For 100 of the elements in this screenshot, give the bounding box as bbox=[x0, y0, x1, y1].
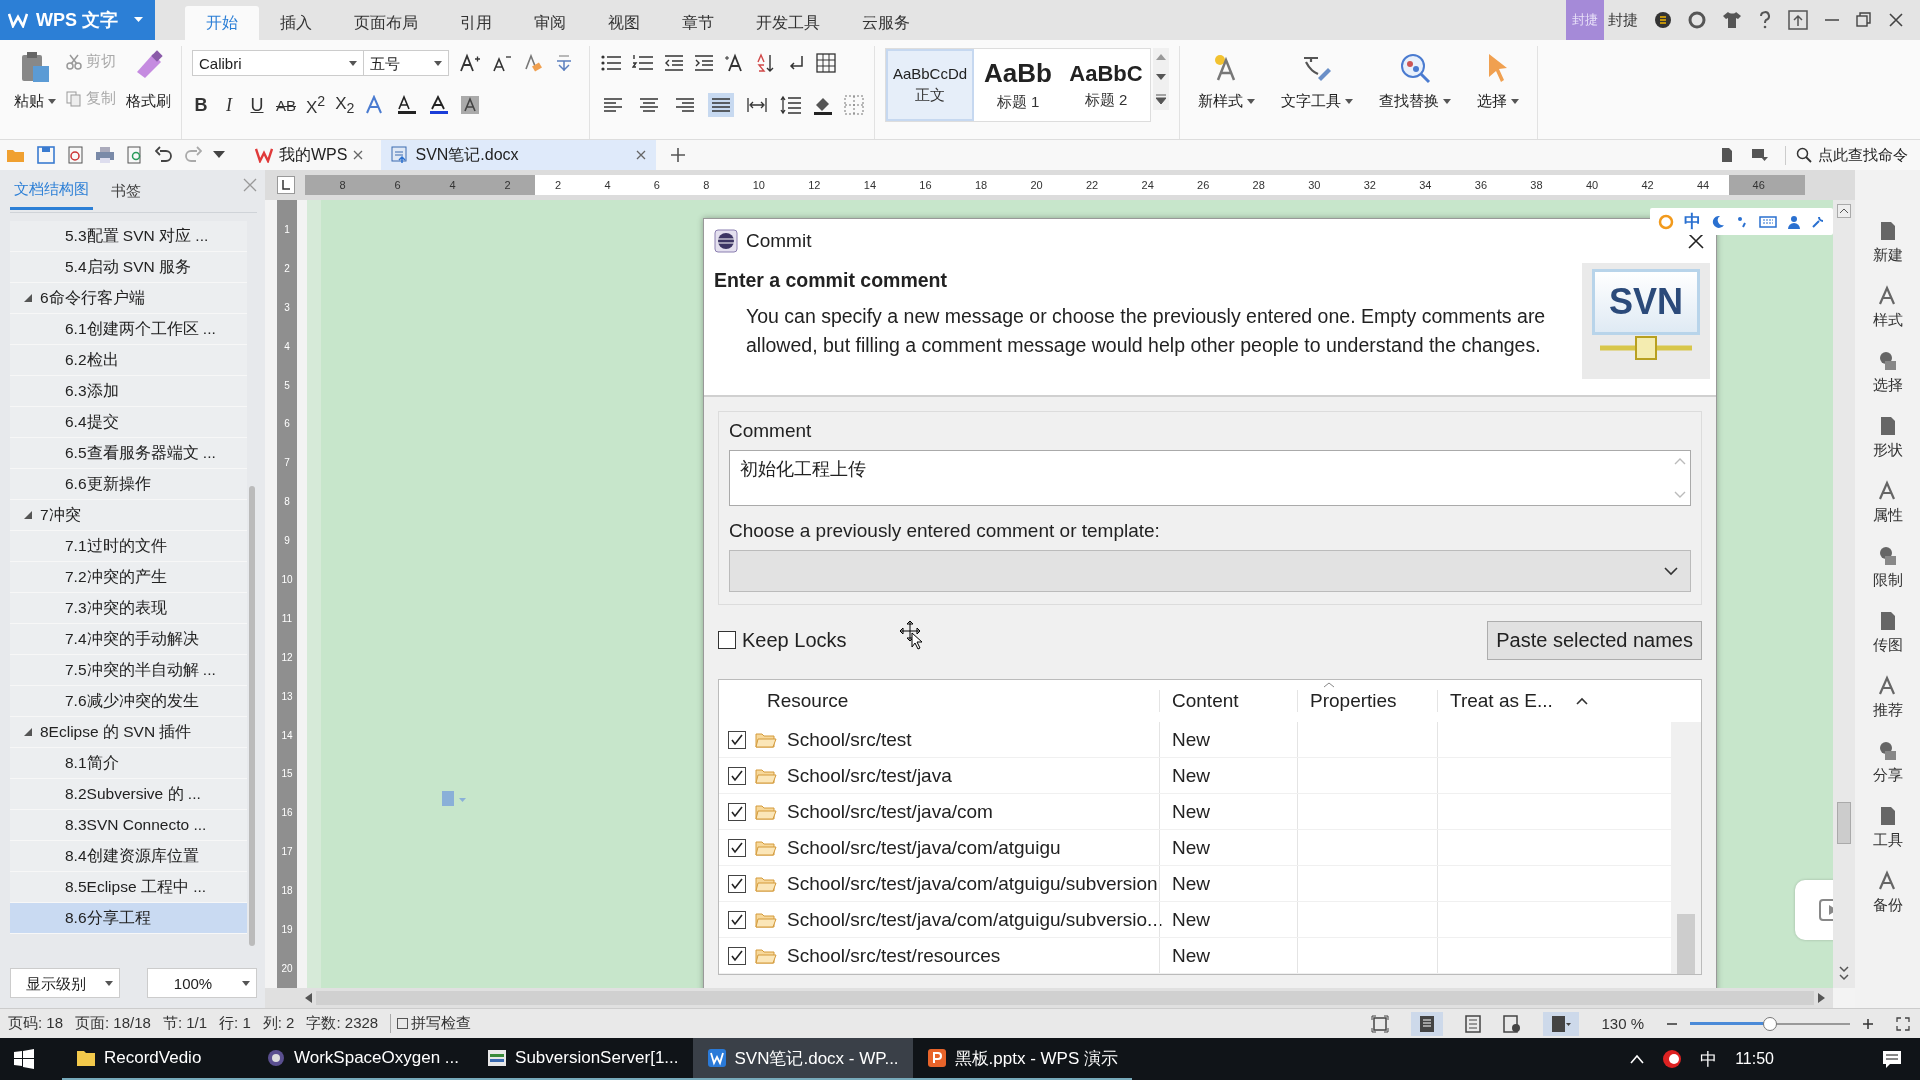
outline-item[interactable]: 7.6减少冲突的发生 bbox=[10, 686, 247, 717]
outline-item[interactable]: 8Eclipse 的 SVN 插件 bbox=[10, 717, 247, 748]
tab-stop-icon[interactable] bbox=[277, 176, 295, 194]
zoom-in-icon[interactable] bbox=[1862, 1017, 1874, 1030]
outline-item[interactable]: 8.6分享工程 bbox=[10, 903, 247, 934]
pane-tab[interactable]: 文档结构图 bbox=[10, 172, 93, 210]
new-tab-icon[interactable] bbox=[670, 147, 687, 163]
tool-button[interactable]: 新样式 bbox=[1198, 46, 1255, 139]
restore-icon[interactable] bbox=[1856, 12, 1872, 28]
row-checkbox[interactable] bbox=[728, 946, 746, 965]
menu-tab[interactable]: 插入 bbox=[259, 6, 333, 40]
scroll-left-icon[interactable] bbox=[305, 993, 312, 1003]
column-header[interactable]: Treat as E... bbox=[1437, 690, 1567, 712]
outline-item[interactable]: 6.3添加 bbox=[10, 376, 247, 407]
start-icon[interactable] bbox=[14, 1049, 34, 1069]
menu-tab[interactable]: 开始 bbox=[185, 6, 259, 40]
scrollbar-thumb[interactable] bbox=[249, 486, 255, 946]
line-spacing-icon[interactable] bbox=[780, 95, 802, 115]
page-view-button[interactable] bbox=[1411, 1011, 1444, 1036]
level-dropdown[interactable]: 显示级别 bbox=[10, 968, 120, 998]
char-shading-icon[interactable] bbox=[460, 95, 481, 115]
style-preset[interactable]: AaBb 标题 1 bbox=[974, 49, 1062, 121]
tool-button[interactable]: 选择 bbox=[1477, 46, 1519, 139]
ime-indicator[interactable]: 中 bbox=[1700, 1047, 1718, 1071]
side-panel-button[interactable]: 限制 bbox=[1872, 545, 1903, 590]
expand-toggle-icon[interactable] bbox=[24, 511, 32, 519]
outline-item[interactable]: 7.2冲突的产生 bbox=[10, 562, 247, 593]
taskbar-item[interactable]: 黑板.pptx - WPS 演示 bbox=[912, 1038, 1132, 1080]
notification-icon[interactable] bbox=[1882, 1049, 1902, 1069]
side-panel-button[interactable]: 新建 bbox=[1872, 220, 1903, 265]
menu-tab[interactable]: 云服务 bbox=[841, 6, 931, 40]
close-icon[interactable] bbox=[1687, 232, 1705, 250]
outline-item[interactable]: 8.3SVN Connecto ... bbox=[10, 810, 247, 841]
shrink-font-icon[interactable] bbox=[491, 53, 513, 73]
ime-toolbar[interactable]: 中 bbox=[1650, 208, 1833, 235]
format-button[interactable]: AB bbox=[276, 96, 296, 114]
align-button[interactable] bbox=[708, 93, 734, 117]
slider-thumb[interactable] bbox=[1763, 1016, 1777, 1031]
format-painter-button[interactable]: 格式刷 bbox=[126, 46, 171, 111]
column-header[interactable]: Properties bbox=[1297, 690, 1437, 712]
outline-item[interactable]: 7.4冲突的手动解决 bbox=[10, 624, 247, 655]
font-name-dropdown[interactable]: Calibri bbox=[192, 50, 364, 76]
user-name[interactable]: 封捷 bbox=[1608, 10, 1638, 30]
row-checkbox[interactable] bbox=[728, 802, 746, 821]
outline-item[interactable]: 5.3配置 SVN 对应 ... bbox=[10, 221, 247, 252]
web-view-icon[interactable] bbox=[1503, 1014, 1522, 1033]
command-search[interactable]: 点此查找命令 bbox=[1785, 145, 1908, 165]
taskbar-item[interactable]: RecordVedio bbox=[62, 1038, 252, 1080]
row-checkbox[interactable] bbox=[728, 910, 746, 929]
reading-view-button[interactable] bbox=[1543, 1011, 1580, 1036]
scroll-up-icon[interactable] bbox=[1576, 697, 1588, 705]
format-button[interactable]: X$^{2}$ bbox=[306, 92, 326, 118]
app-tray-icon[interactable] bbox=[1662, 1049, 1683, 1069]
expand-gallery-icon[interactable] bbox=[1156, 94, 1166, 104]
column-header[interactable]: Resource bbox=[755, 690, 1159, 712]
outline-item[interactable]: 7.5冲突的半自动解 ... bbox=[10, 655, 247, 686]
menu-tab[interactable]: 页面布局 bbox=[333, 6, 439, 40]
outline-item[interactable]: 7.3冲突的表现 bbox=[10, 593, 247, 624]
outline-item[interactable]: 6.4提交 bbox=[10, 407, 247, 438]
ring-icon[interactable] bbox=[1688, 11, 1706, 29]
clear-format-icon[interactable] bbox=[523, 53, 543, 73]
side-panel-button[interactable]: 工具 bbox=[1872, 805, 1903, 850]
font-size-dropdown[interactable]: 五号 bbox=[363, 50, 449, 76]
fit-icon[interactable] bbox=[1896, 1016, 1910, 1031]
row-checkbox[interactable] bbox=[728, 874, 746, 893]
document-tab[interactable]: 我的WPS bbox=[245, 140, 374, 170]
document-icon[interactable] bbox=[1719, 147, 1735, 163]
outline-item[interactable]: 7冲突 bbox=[10, 500, 247, 531]
app-menu-button[interactable]: WPS 文字 bbox=[0, 0, 130, 40]
save-icon[interactable] bbox=[37, 146, 55, 164]
menu-tab[interactable]: 视图 bbox=[587, 6, 661, 40]
close-icon[interactable] bbox=[1888, 12, 1904, 28]
menu-tab[interactable]: 引用 bbox=[439, 6, 513, 40]
shading-icon[interactable] bbox=[812, 95, 834, 115]
scrollbar-thumb[interactable] bbox=[1677, 914, 1695, 974]
filter-icon[interactable] bbox=[1751, 147, 1769, 163]
menu-tab[interactable]: 章节 bbox=[661, 6, 735, 40]
fullscreen-icon[interactable] bbox=[1371, 1014, 1390, 1033]
outline-item[interactable]: 8.1简介 bbox=[10, 748, 247, 779]
side-panel-button[interactable]: 备份 bbox=[1872, 870, 1903, 915]
tool-button[interactable]: 文字工具 bbox=[1281, 46, 1353, 139]
outline-item[interactable]: 8.2Subversive 的 ... bbox=[10, 779, 247, 810]
row-checkbox[interactable] bbox=[728, 766, 746, 785]
side-panel-button[interactable]: 属性 bbox=[1872, 480, 1903, 525]
side-panel-button[interactable]: 推荐 bbox=[1872, 675, 1903, 720]
export-icon[interactable] bbox=[66, 146, 84, 164]
spell-check-toggle[interactable]: 拼写检查 bbox=[390, 1014, 472, 1033]
outline-view-icon[interactable] bbox=[1465, 1014, 1482, 1033]
taskbar-item[interactable]: SubversionServer[1... bbox=[473, 1038, 693, 1080]
decrease-indent-icon[interactable] bbox=[664, 53, 684, 73]
zoom-dropdown[interactable]: 100% bbox=[147, 968, 257, 998]
highlight-icon[interactable] bbox=[396, 95, 419, 115]
format-button[interactable]: U bbox=[248, 94, 266, 116]
clock[interactable]: 11:50 bbox=[1735, 1050, 1774, 1068]
outline-item[interactable]: 7.1过时的文件 bbox=[10, 531, 247, 562]
side-panel-button[interactable]: 选择 bbox=[1872, 350, 1903, 395]
grow-font-icon[interactable] bbox=[459, 53, 481, 73]
font-color-icon[interactable] bbox=[428, 95, 451, 115]
app-menu-caret[interactable] bbox=[130, 0, 155, 40]
side-panel-button[interactable]: 形状 bbox=[1872, 415, 1903, 460]
